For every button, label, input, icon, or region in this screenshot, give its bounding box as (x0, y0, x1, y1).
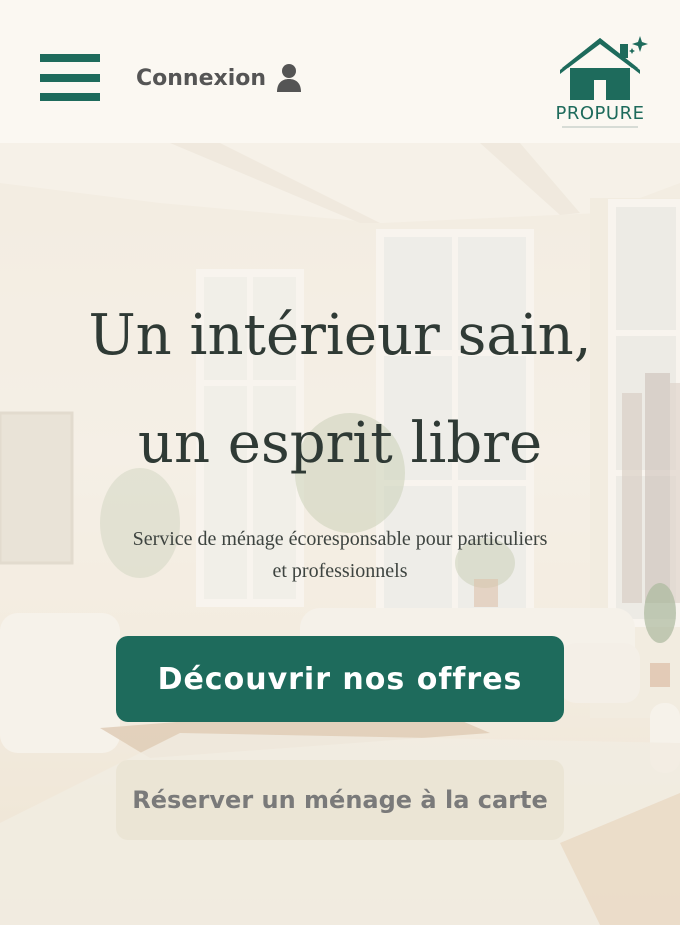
hero-title: Un intérieur sain, un esprit libre (0, 308, 680, 472)
hero-title-line-1: Un intérieur sain, (88, 303, 592, 368)
logo-text: PROPURE (555, 103, 645, 124)
logo-tagline-decoration (562, 126, 638, 128)
book-cleaning-button[interactable]: Réserver un ménage à la carte (116, 760, 564, 840)
discover-offers-button[interactable]: Découvrir nos offres (116, 636, 564, 722)
menu-bar (40, 74, 100, 82)
hero-section: Un intérieur sain, un esprit libre Servi… (0, 143, 680, 925)
propure-logo[interactable]: PROPURE (548, 34, 652, 130)
house-sparkle-icon (560, 36, 648, 100)
login-link[interactable]: Connexion (136, 60, 302, 96)
menu-bar (40, 93, 100, 101)
hero-subtitle-line-1: Service de ménage écoresponsable pour pa… (132, 528, 548, 550)
hero-subtitle-line-2: et professionnels (272, 560, 408, 582)
hero-subtitle: Service de ménage écoresponsable pour pa… (60, 523, 620, 587)
hamburger-menu-icon[interactable] (40, 54, 100, 102)
user-icon (277, 64, 302, 92)
menu-bar (40, 54, 100, 62)
login-label: Connexion (136, 65, 267, 91)
hero-title-line-2: un esprit libre (137, 411, 543, 476)
top-header: Connexion PROPURE (0, 0, 680, 143)
